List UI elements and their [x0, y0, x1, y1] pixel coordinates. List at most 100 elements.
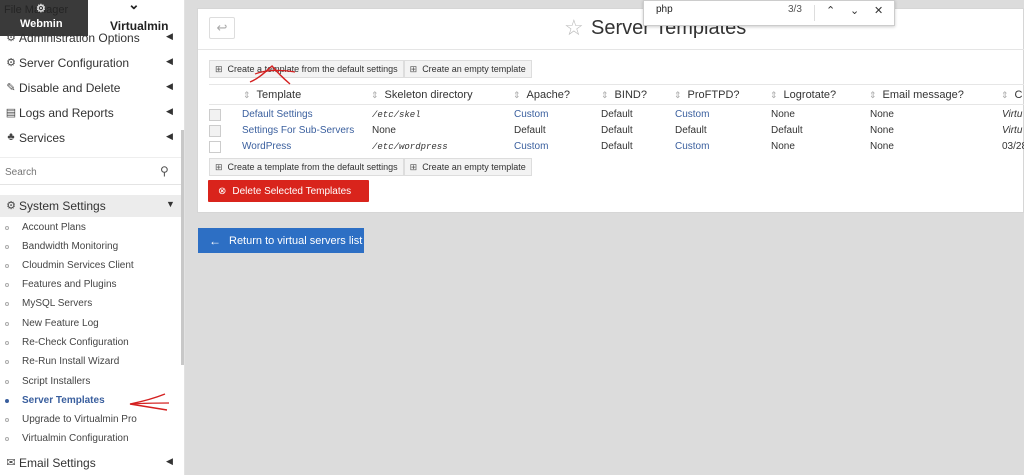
apache-cell: Default	[514, 125, 546, 136]
menu-label: Email Settings	[19, 456, 96, 470]
column-header-email-message[interactable]: ⇕ Email message?	[869, 89, 964, 101]
menu-system-settings[interactable]: ⚙ System Settings ▼	[0, 195, 181, 217]
sort-icon: ⇕	[243, 90, 251, 100]
proftpd-cell[interactable]: Custom	[675, 141, 709, 152]
extra-cell: Virtu	[1002, 109, 1023, 120]
chevron-down-icon: ⌄	[128, 0, 140, 12]
sidebar-item-new-feature-log[interactable]: New Feature Log	[0, 315, 181, 334]
sidebar-item-rerun-install-wizard[interactable]: Re-Run Install Wizard	[0, 353, 181, 372]
sidebar-scrollbar[interactable]	[181, 130, 184, 365]
sidebar-item-account-plans[interactable]: Account Plans	[0, 219, 181, 238]
times-circle-icon: ⊗	[218, 185, 227, 197]
create-empty-template-button[interactable]: ⊞ Create an empty template	[403, 60, 532, 78]
column-header-bind[interactable]: ⇕ BIND?	[601, 89, 647, 101]
back-button[interactable]: ↩	[209, 17, 235, 39]
table-row: Default Settings /etc/skel Custom Defaul…	[209, 107, 1024, 123]
menu-disable-and-delete[interactable]: ✎ Disable and Delete ◀	[0, 76, 181, 100]
skeleton-cell: /etc/wordpress	[372, 142, 448, 152]
delete-selected-templates-button[interactable]: ⊗ Delete Selected Templates	[208, 180, 369, 202]
plus-square-icon: ⊞	[409, 161, 418, 172]
chevron-up-icon[interactable]: ⌃	[826, 4, 835, 17]
search-icon[interactable]: ⚲	[160, 164, 169, 178]
row-checkbox[interactable]	[209, 109, 221, 121]
bullet-icon	[5, 283, 9, 287]
column-label: Email message?	[882, 89, 964, 101]
create-from-default-button[interactable]: ⊞ Create a template from the default sett…	[209, 60, 404, 78]
menu-label: Disable and Delete	[19, 81, 121, 95]
row-checkbox[interactable]	[209, 141, 221, 153]
divider	[814, 5, 815, 21]
sort-icon: ⇕	[513, 90, 521, 100]
sidebar-item-label: Upgrade to Virtualmin Pro	[22, 414, 137, 425]
find-match-count: 3/3	[788, 4, 802, 15]
caret-left-icon: ◀	[166, 56, 173, 66]
sidebar-item-label: Account Plans	[22, 222, 86, 233]
template-link[interactable]: Settings For Sub-Servers	[242, 125, 354, 136]
caret-left-icon: ◀	[166, 31, 173, 41]
proftpd-cell[interactable]: Custom	[675, 109, 709, 120]
menu-logs-and-reports[interactable]: ▤ Logs and Reports ◀	[0, 101, 181, 125]
find-input[interactable]: php	[656, 4, 673, 15]
apache-cell[interactable]: Custom	[514, 109, 548, 120]
button-label: Delete Selected Templates	[232, 185, 352, 197]
bullet-icon	[5, 341, 9, 345]
plus-square-icon: ⊞	[409, 63, 418, 74]
bullet-icon	[5, 360, 9, 364]
column-label: Logrotate?	[783, 89, 837, 101]
sidebar-item-server-templates[interactable]: Server Templates	[0, 392, 181, 411]
close-icon[interactable]: ✕	[874, 4, 883, 17]
table-row: WordPress /etc/wordpress Custom Default …	[209, 139, 1024, 155]
find-bar: php 3/3 ⌃ ⌄ ✕	[643, 0, 895, 26]
sort-icon: ⇕	[674, 90, 682, 100]
apache-cell[interactable]: Custom	[514, 141, 548, 152]
column-header-proftpd[interactable]: ⇕ ProFTPD?	[674, 89, 740, 101]
menu-label: Server Configuration	[19, 56, 130, 70]
create-empty-template-button[interactable]: ⊞ Create an empty template	[403, 158, 532, 176]
caret-left-icon: ◀	[166, 81, 173, 91]
sidebar-item-bandwidth-monitoring[interactable]: Bandwidth Monitoring	[0, 238, 181, 257]
column-header-skeleton[interactable]: ⇕ Skeleton directory	[371, 89, 473, 101]
sort-icon: ⇕	[371, 90, 379, 100]
sidebar-item-mysql-servers[interactable]: MySQL Servers	[0, 295, 181, 314]
sidebar: File Manager ⚙ Webmin ⌄ Virtualmin ⚙ Adm…	[0, 0, 185, 475]
sidebar-item-virtualmin-configuration[interactable]: Virtualmin Configuration	[0, 430, 181, 449]
skeleton-cell: None	[372, 125, 396, 136]
row-checkbox[interactable]	[209, 125, 221, 137]
bullet-icon	[5, 399, 9, 403]
table-header: ⇕ Template ⇕ Skeleton directory ⇕ Apache? ⇕…	[209, 84, 1024, 105]
email-cell: None	[870, 141, 894, 152]
menu-label: Services	[19, 131, 66, 145]
column-label: Apache?	[526, 89, 570, 101]
template-link[interactable]: WordPress	[242, 141, 291, 152]
email-cell: None	[870, 125, 894, 136]
sidebar-item-label: Re-Run Install Wizard	[22, 356, 120, 367]
menu-email-settings[interactable]: ✉ Email Settings ◀	[0, 451, 181, 475]
column-header-apache[interactable]: ⇕ Apache?	[513, 89, 570, 101]
sidebar-item-script-installers[interactable]: Script Installers	[0, 373, 181, 392]
return-to-virtual-servers-button[interactable]: ← Return to virtual servers list	[198, 228, 364, 253]
bullet-icon	[5, 226, 9, 230]
create-from-default-button[interactable]: ⊞ Create a template from the default sett…	[209, 158, 404, 176]
search-input[interactable]	[5, 162, 155, 182]
sidebar-item-cloudmin-services-client[interactable]: Cloudmin Services Client	[0, 257, 181, 276]
column-header-template[interactable]: ⇕ Template	[243, 89, 301, 101]
chevron-down-icon[interactable]: ⌄	[850, 4, 859, 17]
sort-icon: ⇕	[869, 90, 877, 100]
star-icon[interactable]: ☆	[564, 15, 584, 41]
sidebar-item-label: Features and Plugins	[22, 279, 117, 290]
plus-square-icon: ⊞	[215, 63, 223, 74]
menu-services[interactable]: ♣ Services ◀	[0, 126, 181, 150]
menu-server-configuration[interactable]: ⚙ Server Configuration ◀	[0, 51, 181, 75]
skeleton-cell: /etc/skel	[372, 110, 421, 120]
menu-administration-options[interactable]: ⚙ Administration Options ◀	[0, 26, 181, 50]
sidebar-item-recheck-configuration[interactable]: Re-Check Configuration	[0, 334, 181, 353]
template-link[interactable]: Default Settings	[242, 109, 313, 120]
envelope-icon: ✉	[6, 457, 16, 469]
plug-icon: ✎	[6, 82, 16, 94]
column-header-c[interactable]: ⇕ C	[1001, 89, 1023, 101]
column-header-logrotate[interactable]: ⇕ Logrotate?	[770, 89, 836, 101]
sidebar-item-upgrade-to-virtualmin-pro[interactable]: Upgrade to Virtualmin Pro	[0, 411, 181, 430]
sort-icon: ⇕	[1001, 90, 1009, 100]
column-label: BIND?	[614, 89, 647, 101]
sidebar-item-features-and-plugins[interactable]: Features and Plugins	[0, 276, 181, 295]
